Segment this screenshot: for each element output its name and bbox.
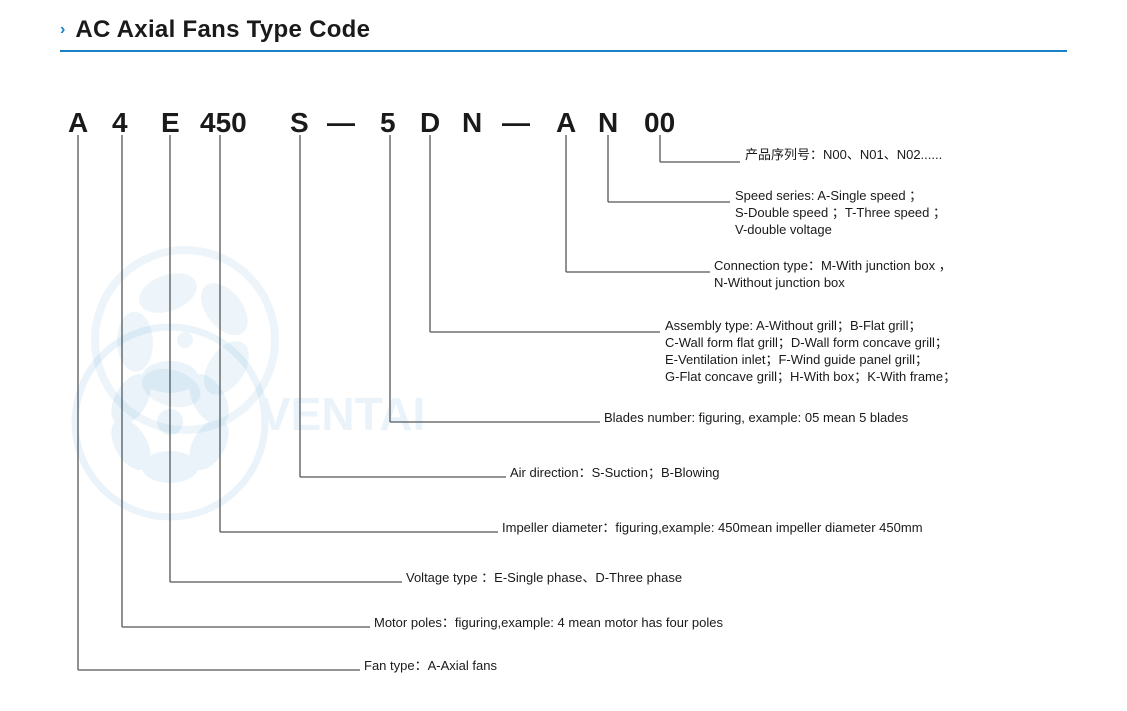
code-4: 4 [112,107,128,138]
speed-series-line2: S-Double speed ；T-Three speed ； [735,205,946,221]
speed-series-line3: V-double voltage [735,222,832,237]
page-container: › AC Axial Fans Type Code VENTAI [0,0,1127,711]
connection-type-line1: Connection type：M-With junction box ， [714,258,952,273]
motor-poles-text: Motor poles：figuring,example: 4 mean mot… [374,615,724,630]
code-A2: A [556,107,576,138]
chevron-icon: › [60,21,65,39]
code-450: 450 [200,107,247,138]
code-S: S [290,107,309,138]
watermark-fan-graphic: VENTAI [75,327,425,517]
air-direction-text: Air direction：S-Suction；B-Blowing [510,465,720,481]
assembly-type-line3: E-Ventilation inlet；F-Wind guide panel g… [665,352,928,368]
header-divider [60,50,1067,52]
assembly-type-line4: G-Flat concave grill；H-With box；K-With f… [665,369,956,385]
code-dash2: — [502,107,530,138]
assembly-type-line2: C-Wall form flat grill；D-Wall form conca… [665,335,948,351]
product-series-text: 产品序列号：N00、N01、N02...... [745,147,942,162]
connection-type-line2: N-Without junction box [714,275,845,290]
impeller-diameter-text: Impeller diameter：figuring,example: 450m… [502,520,923,535]
diagram-svg: A 4 E 450 S — 5 D N — A N 00 产品序列号： [0,72,1127,707]
code-N1: N [462,107,482,138]
code-5: 5 [380,107,396,138]
svg-text:VENTAI: VENTAI [260,388,425,440]
blades-number-text: Blades number: figuring, example: 05 mea… [604,410,909,425]
code-E: E [161,107,180,138]
code-D: D [420,107,440,138]
speed-series-line1: Speed series: A-Single speed ； [735,188,922,204]
header: › AC Axial Fans Type Code [60,16,1067,44]
fan-type-text: Fan type：A-Axial fans [364,658,497,673]
code-dash1: — [327,107,355,138]
page-title: AC Axial Fans Type Code [75,16,370,44]
code-A: A [68,107,88,138]
voltage-type-text: Voltage type ：E-Single phase、D-Three pha… [406,570,682,585]
code-00: 00 [644,107,675,138]
assembly-type-line1: Assembly type: A-Without grill；B-Flat gr… [665,318,921,334]
code-N2: N [598,107,618,138]
